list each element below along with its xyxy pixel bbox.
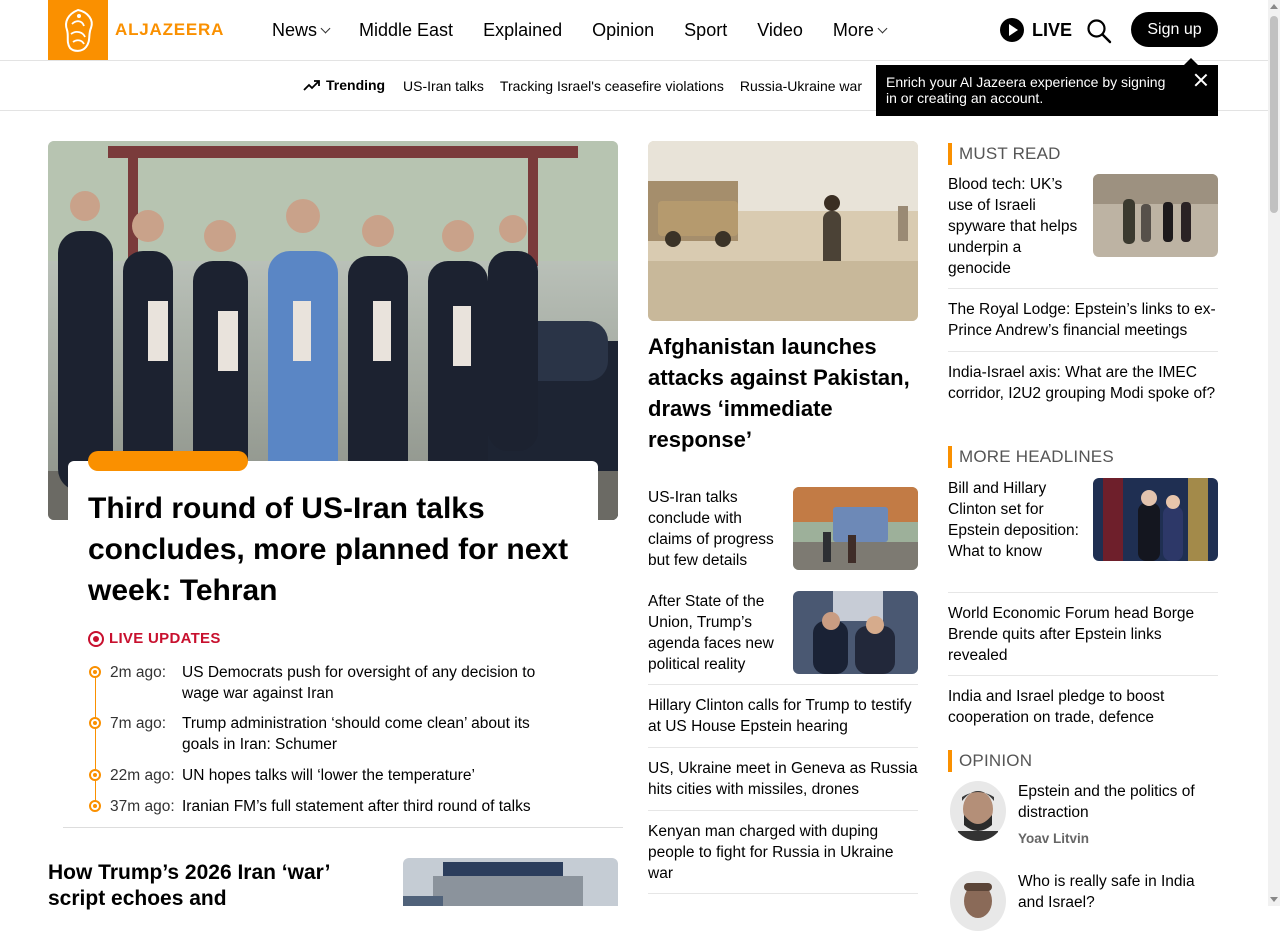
nav-item-more[interactable]: More [833,20,888,41]
scroll-down-icon[interactable] [1270,897,1278,902]
must-read-heading: MUST READ [948,143,1061,165]
lead-story-image[interactable] [648,141,918,321]
close-icon[interactable] [1194,73,1208,87]
divider [948,592,1218,593]
timeline-dot-icon [89,800,101,812]
opinion-headline[interactable]: Epstein and the politics of distraction [1018,781,1218,823]
chevron-down-icon [877,23,888,34]
story-image[interactable] [403,858,618,906]
story-headline[interactable]: US, Ukraine meet in Geneva as Russia hit… [648,758,918,800]
trending-link[interactable]: Russia-Ukraine war [740,78,862,94]
story-thumbnail[interactable] [1093,478,1218,561]
story-headline[interactable]: US-Iran talks conclude with claims of pr… [648,487,788,571]
story-headline[interactable]: Hillary Clinton calls for Trump to testi… [648,695,918,737]
nav-item-video[interactable]: Video [757,20,803,41]
nav-item-sport[interactable]: Sport [684,20,727,41]
live-indicator-icon [88,630,104,647]
author-name[interactable]: Yoav Litvin [1018,831,1089,846]
more-headlines-heading: MORE HEADLINES [948,446,1114,468]
aljazeera-logo-icon[interactable] [48,0,108,60]
timeline-line [95,671,96,807]
divider [648,810,918,811]
signin-tooltip: Enrich your Al Jazeera experience by sig… [876,58,1218,116]
page-scrollbar[interactable] [1268,0,1280,906]
story-headline[interactable]: After State of the Union, Trump’s agenda… [648,591,788,675]
signup-button[interactable]: Sign up [1131,12,1218,47]
trending-link[interactable]: Tracking Israel's ceasefire violations [500,78,724,94]
story-headline[interactable]: Blood tech: UK’s use of Israeli spyware … [948,174,1088,279]
tooltip-text: Enrich your Al Jazeera experience by sig… [886,74,1166,106]
opinion-headline[interactable]: Who is really safe in India and Israel? [1018,871,1218,913]
nav-item-news[interactable]: News [272,20,331,41]
story-headline[interactable]: The Royal Lodge: Epstein’s links to ex-P… [948,299,1218,341]
story-headline[interactable]: Kenyan man charged with duping people to… [648,821,918,884]
nav-item-explained[interactable]: Explained [483,20,562,41]
timeline-dot-icon [89,717,101,729]
live-updates-label: LIVE UPDATES [88,630,221,647]
author-avatar[interactable] [950,781,1006,841]
story-headline[interactable]: India and Israel pledge to boost coopera… [948,686,1218,728]
divider [63,827,623,828]
site-header: ALJAZEERA News Middle East Explained Opi… [0,0,1268,61]
divider [648,684,918,685]
live-button[interactable]: LIVE [1000,18,1072,42]
author-avatar[interactable] [950,871,1006,931]
story-thumbnail[interactable] [793,591,918,674]
nav-item-middle-east[interactable]: Middle East [359,20,453,41]
divider [648,893,918,894]
trending-label: Trending [303,77,385,93]
trending-up-icon [303,80,320,91]
nav-item-opinion[interactable]: Opinion [592,20,654,41]
scrollbar-thumb[interactable] [1270,16,1278,213]
story-thumbnail[interactable] [1093,174,1218,257]
story-thumbnail[interactable] [793,487,918,570]
play-icon [1000,18,1024,42]
story-headline[interactable]: Bill and Hillary Clinton set for Epstein… [948,478,1088,562]
story-headline[interactable]: How Trump’s 2026 Iran ‘war’ script echoe… [48,860,348,912]
brand-name[interactable]: ALJAZEERA [115,20,224,40]
trending-link[interactable]: US-Iran talks [403,78,484,94]
divider [648,747,918,748]
chevron-down-icon [320,23,331,34]
main-nav: News Middle East Explained Opinion Sport… [272,20,916,41]
divider [948,351,1218,352]
scroll-up-icon[interactable] [1270,4,1278,9]
story-headline[interactable]: India-Israel axis: What are the IMEC cor… [948,362,1218,404]
lead-story-headline[interactable]: Afghanistan launches attacks against Pak… [648,331,923,455]
timeline-dot-icon [89,666,101,678]
divider [948,288,1218,289]
story-headline[interactable]: World Economic Forum head Borge Brende q… [948,603,1218,666]
hero-tag [88,451,248,471]
timeline-dot-icon [89,769,101,781]
hero-headline[interactable]: Third round of US-Iran talks concludes, … [88,488,588,611]
search-icon[interactable] [1086,18,1112,49]
divider [948,675,1218,676]
opinion-heading: OPINION [948,750,1032,772]
trending-links: US-Iran talks Tracking Israel's ceasefir… [403,78,904,94]
